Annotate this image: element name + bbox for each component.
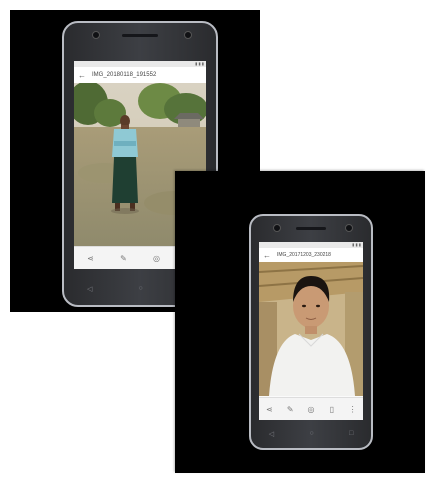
gallery-app-bar: ← IMG_20171203_230218	[259, 248, 363, 263]
photo-action-bar: ⋖ ✎ ◎ ▯ ⋮	[259, 397, 363, 420]
earpiece-speaker	[122, 34, 158, 37]
back-key-icon[interactable]: ◁	[269, 430, 274, 438]
front-camera-icon	[273, 224, 281, 232]
hardware-nav-keys: ◁ ○ □	[251, 430, 371, 438]
share-icon[interactable]: ⋖	[86, 254, 96, 263]
phone-photo-panel-2: ▮ ▮ ▮ ← IMG_20171203_230218 ⋖ ✎ ◎ ▯ ⋮ ◁ …	[175, 171, 425, 473]
sensor-icon	[184, 31, 192, 39]
photo-portrait	[259, 262, 363, 396]
edit-icon[interactable]: ✎	[285, 405, 295, 414]
gallery-app-bar: ← IMG_20180118_191552	[74, 67, 206, 84]
smartphone: ▮ ▮ ▮ ← IMG_20171203_230218 ⋖ ✎ ◎ ▯ ⋮ ◁ …	[249, 214, 373, 450]
earpiece-speaker	[296, 227, 326, 230]
phone-top-bezel	[251, 216, 371, 242]
front-camera-icon	[92, 31, 100, 39]
photo-filename: IMG_20180118_191552	[92, 72, 157, 78]
phone-screen: ▮ ▮ ▮ ← IMG_20171203_230218 ⋖ ✎ ◎ ▯ ⋮	[259, 242, 363, 420]
back-arrow-icon[interactable]: ←	[78, 71, 88, 80]
share-icon[interactable]: ⋖	[264, 405, 274, 414]
tools-icon[interactable]: ◎	[152, 254, 162, 263]
back-arrow-icon[interactable]: ←	[263, 251, 273, 260]
sensor-icon	[345, 224, 353, 232]
edit-icon[interactable]: ✎	[119, 254, 129, 263]
recents-key-icon[interactable]: □	[349, 430, 353, 438]
home-key-icon[interactable]: ○	[309, 430, 313, 438]
delete-icon[interactable]: ▯	[327, 405, 337, 414]
phone-top-bezel	[64, 23, 216, 49]
more-icon[interactable]: ⋮	[348, 405, 358, 414]
back-key-icon[interactable]: ◁	[87, 285, 92, 293]
photo-filename: IMG_20171203_230218	[277, 252, 331, 258]
tools-icon[interactable]: ◎	[306, 405, 316, 414]
photo-portrait-image	[259, 262, 363, 396]
home-key-icon[interactable]: ○	[138, 285, 142, 293]
